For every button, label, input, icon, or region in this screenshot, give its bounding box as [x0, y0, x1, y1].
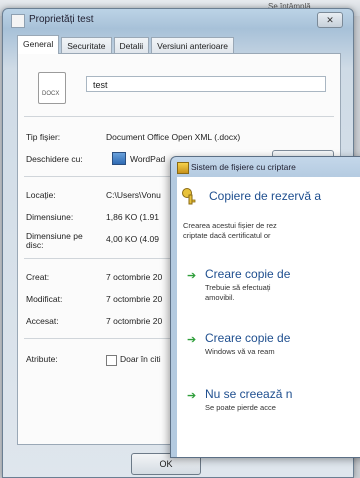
size-on-disk-value: 4,00 KO (4.09: [106, 234, 159, 244]
tab-security[interactable]: Securitate: [61, 37, 112, 54]
backup-now-option[interactable]: ➔ Creare copie de Trebuie să efectuați a…: [177, 265, 360, 315]
tab-general[interactable]: General: [17, 35, 60, 54]
window-title: Proprietăți test: [29, 14, 94, 25]
efs-key-icon: [177, 162, 189, 174]
modified-value: 7 octombrie 20: [106, 294, 163, 304]
size-value: 1,86 KO (1.91: [106, 212, 159, 222]
option-description: Trebuie să efectuați amovibil.: [205, 283, 271, 303]
docx-file-icon: DOCX: [38, 72, 66, 104]
efs-desc-line-2: criptate dacă certificatul or: [183, 231, 271, 240]
efs-title-bar: Sistem de fișiere cu criptare: [171, 157, 360, 177]
accessed-label: Accesat:: [26, 316, 59, 326]
divider: [24, 116, 334, 117]
efs-description: Crearea acestui fișier de rez criptate d…: [183, 221, 277, 241]
type-label: Tip fișier:: [26, 132, 61, 142]
efs-header: Copiere de rezervă a: [209, 189, 322, 203]
size-on-disk-label: Dimensiune pe disc:: [26, 231, 83, 250]
backup-later-option[interactable]: ➔ Creare copie de Windows vă va ream: [177, 329, 360, 379]
document-icon: [11, 14, 25, 28]
created-value: 7 octombrie 20: [106, 272, 163, 282]
title-bar: Proprietăți test ✕: [3, 9, 353, 31]
efs-desc-line-1: Crearea acestui fișier de rez: [183, 221, 277, 230]
file-icon-text: DOCX: [42, 91, 60, 97]
green-arrow-icon: ➔: [187, 334, 197, 346]
option-desc-line: Windows vă va ream: [205, 347, 275, 356]
green-arrow-icon: ➔: [187, 270, 197, 282]
option-desc-line: Se poate pierde acce: [205, 403, 276, 412]
option-title: Creare copie de: [205, 267, 291, 281]
readonly-checkbox[interactable]: [106, 355, 117, 366]
readonly-label: Doar în citi: [120, 354, 161, 364]
option-title: Creare copie de: [205, 331, 291, 345]
file-name-field[interactable]: test: [86, 76, 326, 92]
efs-dialog: Sistem de fișiere cu criptare Copiere de…: [170, 156, 360, 458]
opens-with-value: WordPad: [130, 154, 166, 164]
option-desc-line: Trebuie să efectuați: [205, 283, 271, 292]
green-arrow-icon: ➔: [187, 390, 197, 402]
close-button[interactable]: ✕: [317, 12, 343, 28]
attributes-label: Atribute:: [26, 354, 58, 364]
key-icon: [182, 188, 196, 205]
tab-details[interactable]: Detalii: [113, 37, 150, 54]
location-value: C:\Users\Vonu: [106, 190, 161, 200]
option-description: Se poate pierde acce: [205, 403, 276, 413]
tab-strip: General Securitate Detalii Versiuni ante…: [17, 35, 236, 54]
modified-label: Modificat:: [26, 294, 63, 304]
opens-with-label: Deschidere cu:: [26, 154, 83, 164]
size-label: Dimensiune:: [26, 212, 74, 222]
option-title: Nu se creează n: [205, 387, 293, 401]
created-label: Creat:: [26, 272, 50, 282]
efs-content: Copiere de rezervă a Crearea acestui fiș…: [177, 177, 360, 457]
type-value: Document Office Open XML (.docx): [106, 132, 241, 142]
tab-previous-versions[interactable]: Versiuni anterioare: [151, 37, 235, 54]
efs-title: Sistem de fișiere cu criptare: [191, 162, 296, 172]
wordpad-icon: [112, 152, 126, 165]
option-desc-line: amovibil.: [205, 293, 235, 302]
option-description: Windows vă va ream: [205, 347, 275, 357]
never-backup-option[interactable]: ➔ Nu se creează n Se poate pierde acce: [177, 385, 360, 435]
accessed-value: 7 octombrie 20: [106, 316, 163, 326]
location-label: Locație:: [26, 190, 56, 200]
